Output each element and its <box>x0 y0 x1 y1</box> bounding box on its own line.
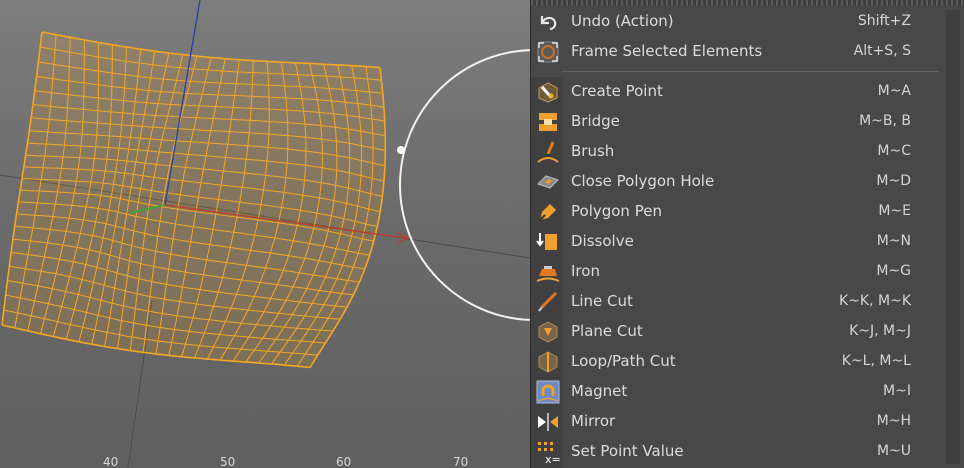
menu-item-close-polygon-hole[interactable]: Close Polygon Hole M~D <box>531 167 941 197</box>
menu-item-label: Dissolve <box>571 232 634 250</box>
menu-item-shortcut: Shift+Z <box>857 13 911 29</box>
menu-item-label: Line Cut <box>571 292 633 310</box>
bridge-icon <box>539 113 557 131</box>
selected-polygon-mesh[interactable] <box>1 31 387 369</box>
ruler-label: 50 <box>220 455 236 468</box>
menu-item-label: Undo (Action) <box>571 12 674 30</box>
menu-item-label: Plane Cut <box>571 322 643 340</box>
ruler-label: 70 <box>453 455 469 468</box>
menu-item-shortcut: K~L, M~L <box>841 353 911 369</box>
menu-item-label: Create Point <box>571 82 663 100</box>
menu-item-shortcut: K~J, M~J <box>849 323 911 339</box>
menu-item-label: Brush <box>571 142 615 160</box>
menu-item-polygon-pen[interactable]: Polygon Pen M~E <box>531 197 941 227</box>
menu-item-iron[interactable]: Iron M~G <box>531 257 941 287</box>
menu-item-label: Iron <box>571 262 600 280</box>
menu-item-mirror[interactable]: Mirror M~H <box>531 407 941 437</box>
dissolve-icon <box>536 233 557 250</box>
menu-item-magnet[interactable]: Magnet M~I <box>531 377 941 407</box>
menu-item-shortcut: Alt+S, S <box>853 43 911 59</box>
menu-item-label: Close Polygon Hole <box>571 172 715 190</box>
menu-item-shortcut: K~K, M~K <box>839 293 911 309</box>
menu-item-dissolve[interactable]: Dissolve M~N <box>531 227 941 257</box>
set-point-value-icon: x= <box>538 442 560 464</box>
viewport-canvas[interactable] <box>0 0 530 468</box>
brush-handle-point[interactable] <box>397 146 405 154</box>
menu-item-label: Polygon Pen <box>571 202 662 220</box>
ruler-label: 60 <box>336 455 352 468</box>
menu-item-shortcut: M~D <box>876 173 911 189</box>
brush-icon <box>537 141 559 163</box>
menu-item-label: Loop/Path Cut <box>571 352 676 370</box>
menu-item-shortcut: M~N <box>876 233 911 249</box>
create-point-icon <box>538 82 558 103</box>
menu-separator <box>561 71 939 72</box>
menu-item-line-cut[interactable]: Line Cut K~K, M~K <box>531 287 941 317</box>
close-polygon-hole-icon <box>537 175 559 189</box>
menu-item-bridge[interactable]: Bridge M~B, B <box>531 107 941 137</box>
menu-item-plane-cut[interactable]: Plane Cut K~J, M~J <box>531 317 941 347</box>
menu-drag-handle[interactable] <box>531 0 964 6</box>
undo-icon <box>540 16 557 31</box>
frame-selected-icon <box>537 41 559 63</box>
menu-item-set-point-value[interactable]: x= Set Point Value M~U <box>531 437 941 467</box>
menu-item-label: Magnet <box>571 382 628 400</box>
menu-item-create-point[interactable]: Create Point M~A <box>531 77 941 107</box>
ruler-label: 40 <box>103 455 119 468</box>
menu-item-shortcut: M~C <box>877 143 911 159</box>
plane-cut-icon <box>538 321 558 343</box>
menu-item-shortcut: M~U <box>876 443 911 459</box>
menu-item-shortcut: M~G <box>876 263 911 279</box>
mirror-icon <box>538 413 558 431</box>
3d-viewport[interactable]: 40 50 60 70 <box>0 0 530 468</box>
menu-item-loop-path-cut[interactable]: Loop/Path Cut K~L, M~L <box>531 347 941 377</box>
iron-icon <box>536 266 560 282</box>
line-cut-icon <box>538 291 558 312</box>
menu-item-shortcut: M~I <box>883 383 911 399</box>
menu-item-label: Set Point Value <box>571 442 684 460</box>
menu-item-label: Mirror <box>571 412 616 430</box>
menu-item-shortcut: M~A <box>877 83 911 99</box>
menu-item-label: Frame Selected Elements <box>571 42 763 60</box>
loop-path-cut-icon <box>538 351 558 373</box>
menu-scrollbar[interactable] <box>946 10 960 464</box>
menu-item-shortcut: M~E <box>878 203 911 219</box>
menu-item-frame-selected-elements[interactable]: Frame Selected Elements Alt+S, S <box>531 37 941 67</box>
svg-text:x=: x= <box>545 453 560 464</box>
magnet-icon <box>536 380 560 404</box>
menu-item-shortcut: M~H <box>876 413 911 429</box>
menu-item-label: Bridge <box>571 112 620 130</box>
brush-radius-circle <box>399 49 530 321</box>
menu-item-shortcut: M~B, B <box>859 113 911 129</box>
menu-item-brush[interactable]: Brush M~C <box>531 137 941 167</box>
context-menu: Undo (Action) Shift+Z Frame Selected Ele… <box>530 0 964 468</box>
menu-item-undo[interactable]: Undo (Action) Shift+Z <box>531 7 941 37</box>
polygon-pen-icon <box>539 204 556 221</box>
